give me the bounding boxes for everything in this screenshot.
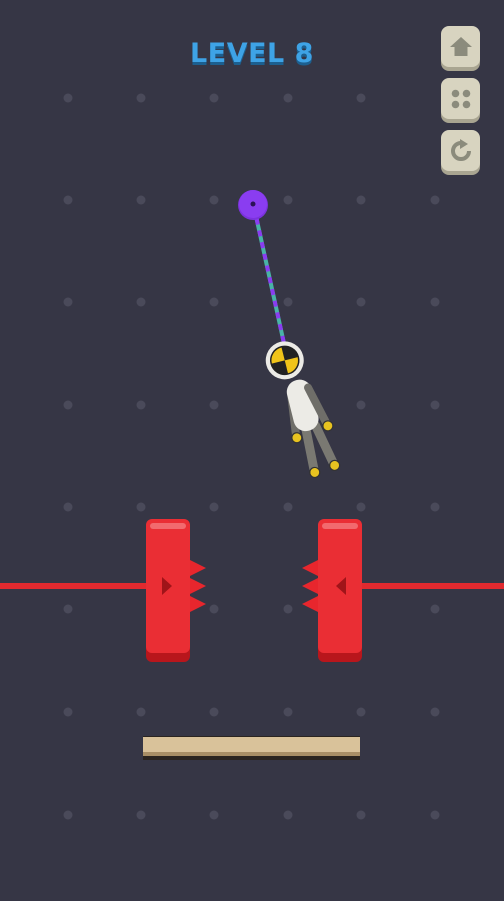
home-icon [449,35,473,59]
laser-beam-right [358,583,504,589]
wooden-platform [143,736,360,760]
crusher-block-right [302,519,362,662]
rope-anchor-pin[interactable] [238,190,268,220]
game-stage[interactable]: LEVEL 8 [0,0,504,901]
game-scene[interactable] [0,0,504,901]
restart-button[interactable] [441,130,480,171]
restart-icon [449,138,473,163]
level-select-button[interactable] [441,78,480,119]
level-title: LEVEL 8 [190,38,314,69]
laser-beam-left [0,583,150,589]
crash-test-dummy[interactable] [262,334,344,482]
home-button[interactable] [441,26,480,67]
crusher-block-left [146,519,206,662]
grid-dots-icon [449,87,473,111]
